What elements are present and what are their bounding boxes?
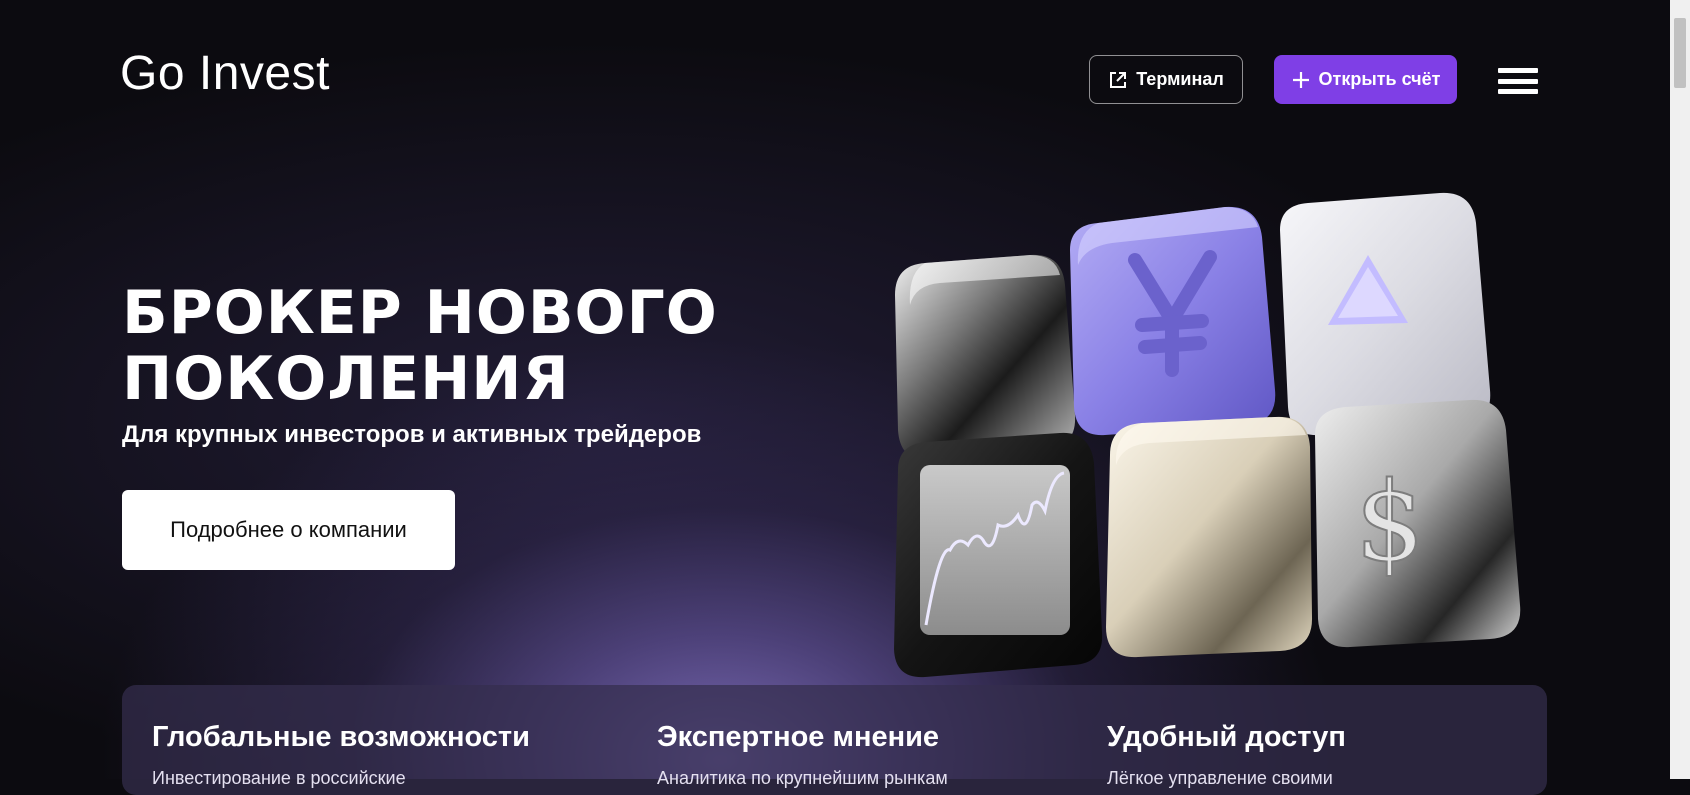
about-company-button[interactable]: Подробнее о компании <box>122 490 455 570</box>
hero-title: БРОКЕР НОВОГО ПОКОЛЕНИЯ <box>122 280 718 412</box>
feature-title: Глобальные возможности <box>152 721 530 753</box>
external-link-icon <box>1110 71 1127 88</box>
chrome-cube <box>895 254 1076 461</box>
dollar-cube: $ <box>1315 399 1521 648</box>
hero-subtitle: Для крупных инвесторов и активных трейде… <box>122 421 702 448</box>
scrollbar-thumb[interactable] <box>1674 18 1686 88</box>
page-scrollbar[interactable] <box>1670 0 1690 779</box>
hero-cubes-illustration: $ <box>894 192 1521 678</box>
open-account-button[interactable]: Открыть счёт <box>1274 55 1457 104</box>
yen-cube <box>1070 206 1276 436</box>
feature-title: Экспертное мнение <box>657 721 940 753</box>
feature-title: Удобный доступ <box>1107 721 1346 753</box>
logo[interactable]: Go Invest <box>120 46 330 101</box>
chart-cube <box>894 432 1103 678</box>
open-account-button-label: Открыть счёт <box>1318 69 1441 89</box>
hamburger-menu-icon[interactable] <box>1498 68 1538 94</box>
hero-title-line-2: ПОКОЛЕНИЯ <box>122 344 570 414</box>
dollar-icon: $ <box>1355 458 1425 586</box>
plus-icon <box>1292 71 1309 88</box>
frosted-triangle-cube <box>1280 192 1491 436</box>
hero-title-line-1: БРОКЕР НОВОГО <box>122 278 718 348</box>
site-header: Go Invest Терминал Открыть счёт <box>0 0 1670 150</box>
gold-cube <box>1106 416 1313 658</box>
terminal-button-label: Терминал <box>1136 69 1224 89</box>
terminal-button[interactable]: Терминал <box>1089 55 1243 104</box>
